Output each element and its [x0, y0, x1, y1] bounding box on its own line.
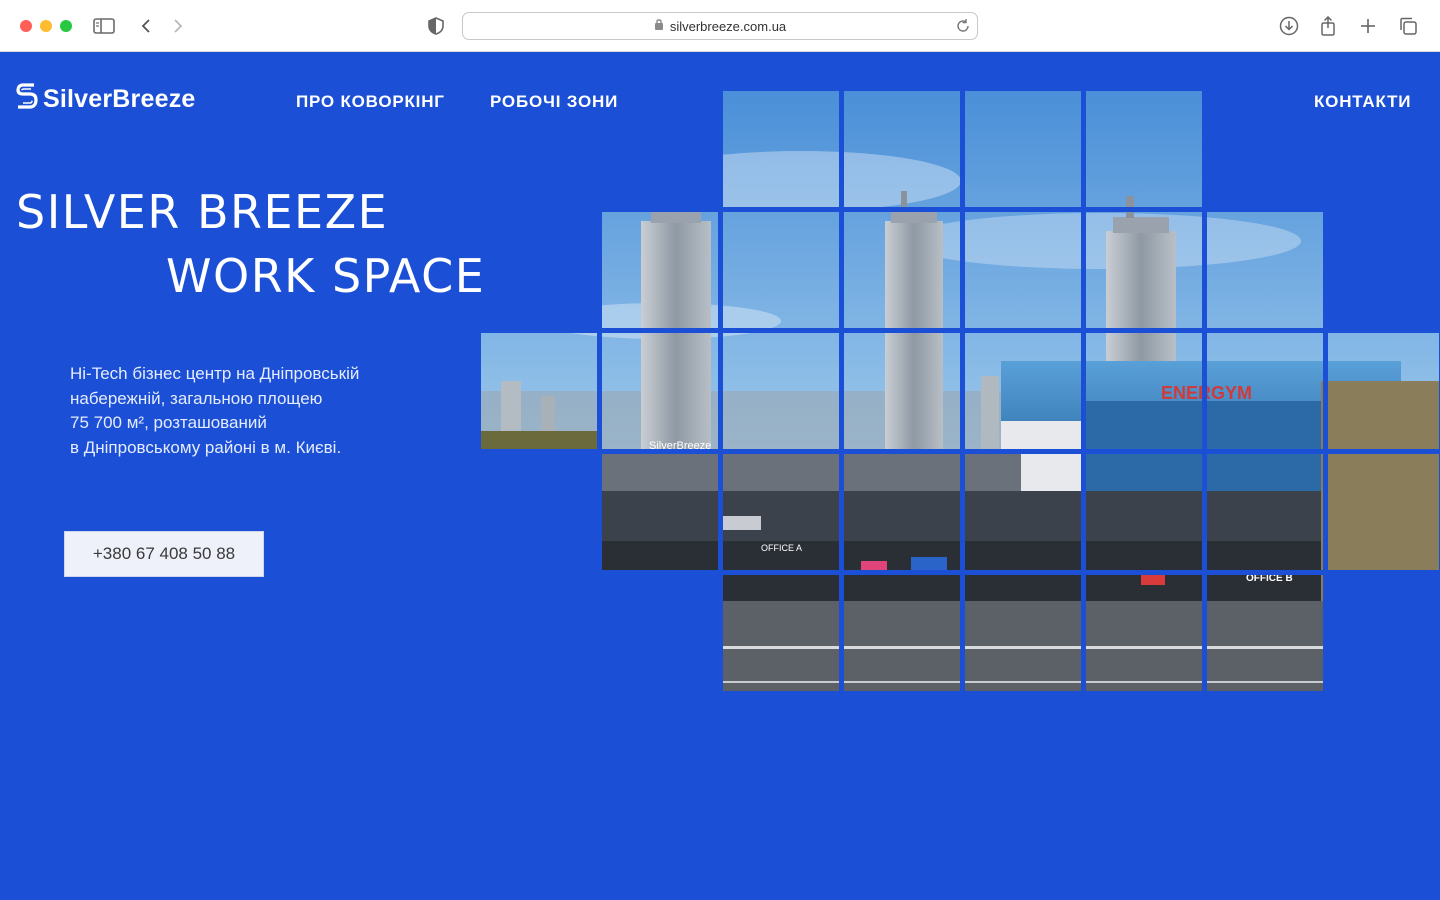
photo-tile: ENERGYM SilverBreeze OFFICE A OFFICE B: [723, 575, 839, 691]
lock-icon: [654, 17, 664, 35]
tabs-overview-icon[interactable]: [1396, 14, 1420, 38]
forward-icon[interactable]: [166, 14, 190, 38]
nav-about[interactable]: ПРО КОВОРКІНГ: [296, 92, 445, 112]
photo-tile: ENERGYM SilverBreeze OFFICE A OFFICE B: [1086, 91, 1202, 207]
photo-tile: ENERGYM SilverBreeze OFFICE A OFFICE B: [965, 212, 1081, 328]
photo-tile: ENERGYM SilverBreeze OFFICE A OFFICE B: [1328, 333, 1440, 449]
photo-tile: ENERGYM SilverBreeze OFFICE A OFFICE B: [723, 212, 839, 328]
photo-tile: ENERGYM SilverBreeze OFFICE A OFFICE B: [844, 91, 960, 207]
close-window-button[interactable]: [20, 20, 32, 32]
zoom-window-button[interactable]: [60, 20, 72, 32]
logo-text: SilverBreeze: [43, 85, 196, 113]
share-icon[interactable]: [1316, 14, 1340, 38]
logo-mark-icon: [15, 82, 39, 117]
new-tab-icon[interactable]: [1356, 14, 1380, 38]
photo-tile: ENERGYM SilverBreeze OFFICE A OFFICE B: [965, 91, 1081, 207]
photo-tile: ENERGYM SilverBreeze OFFICE A OFFICE B: [1086, 333, 1202, 449]
shield-icon[interactable]: [424, 14, 448, 38]
phone-button[interactable]: +380 67 408 50 88: [64, 531, 264, 577]
photo-tile: ENERGYM SilverBreeze OFFICE A OFFICE B: [481, 333, 597, 449]
description-line: Hi-Tech бізнес центр на Дніпровській: [70, 364, 360, 383]
photo-tile: ENERGYM SilverBreeze OFFICE A OFFICE B: [1086, 212, 1202, 328]
photo-tile: ENERGYM SilverBreeze OFFICE A OFFICE B: [844, 454, 960, 570]
address-bar[interactable]: silverbreeze.com.ua: [462, 12, 978, 40]
sidebar-icon[interactable]: [92, 14, 116, 38]
photo-tile: ENERGYM SilverBreeze OFFICE A OFFICE B: [844, 333, 960, 449]
photo-tile: ENERGYM SilverBreeze OFFICE A OFFICE B: [602, 212, 718, 328]
description-line: 75 700 м², розташований: [70, 413, 267, 432]
svg-text:ENERGYM: ENERGYM: [1161, 383, 1202, 403]
hero-title-line1: SILVER BREEZE: [16, 185, 389, 239]
url-text: silverbreeze.com.ua: [669, 18, 787, 34]
nav-contacts[interactable]: КОНТАКТИ: [1314, 92, 1411, 112]
svg-text:ENERGYM: ENERGYM: [1207, 383, 1252, 403]
photo-tile: ENERGYM SilverBreeze OFFICE A OFFICE B: [844, 575, 960, 691]
back-icon[interactable]: [134, 14, 158, 38]
site-logo[interactable]: SilverBreeze: [15, 82, 196, 117]
photo-tile: ENERGYM SilverBreeze OFFICE A OFFICE B: [965, 575, 1081, 691]
photo-tile: ENERGYM SilverBreeze OFFICE A OFFICE B: [844, 212, 960, 328]
photo-tile: ENERGYM SilverBreeze OFFICE A OFFICE B: [602, 454, 718, 570]
photo-tile: ENERGYM SilverBreeze OFFICE A OFFICE B: [723, 91, 839, 207]
browser-toolbar: silverbreeze.com.ua: [0, 0, 1440, 52]
svg-text:OFFICE B: OFFICE B: [1246, 575, 1293, 584]
svg-text:SilverBreeze: SilverBreeze: [649, 440, 711, 449]
hero-description: Hi-Tech бізнес центр на Дніпровській наб…: [70, 362, 490, 460]
photo-tile: ENERGYM SilverBreeze OFFICE A OFFICE B: [1086, 454, 1202, 570]
minimize-window-button[interactable]: [40, 20, 52, 32]
photo-tile: ENERGYM SilverBreeze OFFICE A OFFICE B: [723, 333, 839, 449]
photo-tile: ENERGYM SilverBreeze OFFICE A OFFICE B: [1086, 575, 1202, 691]
page: SilverBreeze ПРО КОВОРКІНГ РОБОЧІ ЗОНИ К…: [0, 52, 1440, 900]
photo-tile: ENERGYM SilverBreeze OFFICE A OFFICE B: [1207, 575, 1323, 691]
photo-tile: ENERGYM SilverBreeze OFFICE A OFFICE B: [1207, 333, 1323, 449]
photo-tile: ENERGYM SilverBreeze OFFICE A OFFICE B: [965, 333, 1081, 449]
svg-text:OFFICE A: OFFICE A: [761, 543, 802, 553]
photo-tile: ENERGYM SilverBreeze OFFICE A OFFICE B: [965, 454, 1081, 570]
photo-tile: ENERGYM SilverBreeze OFFICE A OFFICE B: [1207, 212, 1323, 328]
nav-zones[interactable]: РОБОЧІ ЗОНИ: [490, 92, 618, 112]
description-line: в Дніпровському районі в м. Києві.: [70, 437, 342, 457]
photo-tile: ENERGYM SilverBreeze OFFICE A OFFICE B: [1328, 454, 1440, 570]
download-icon[interactable]: [1277, 14, 1301, 38]
reload-icon[interactable]: [955, 18, 971, 34]
description-line: набережній, загальною площею: [70, 388, 323, 408]
photo-tile: ENERGYM SilverBreeze OFFICE A OFFICE B: [1207, 454, 1323, 570]
photo-tile: ENERGYM SilverBreeze OFFICE A OFFICE B: [602, 333, 718, 449]
photo-tile: ENERGYM SilverBreeze OFFICE A OFFICE B: [723, 454, 839, 570]
hero-title-line2: WORK SPACE: [166, 249, 486, 303]
